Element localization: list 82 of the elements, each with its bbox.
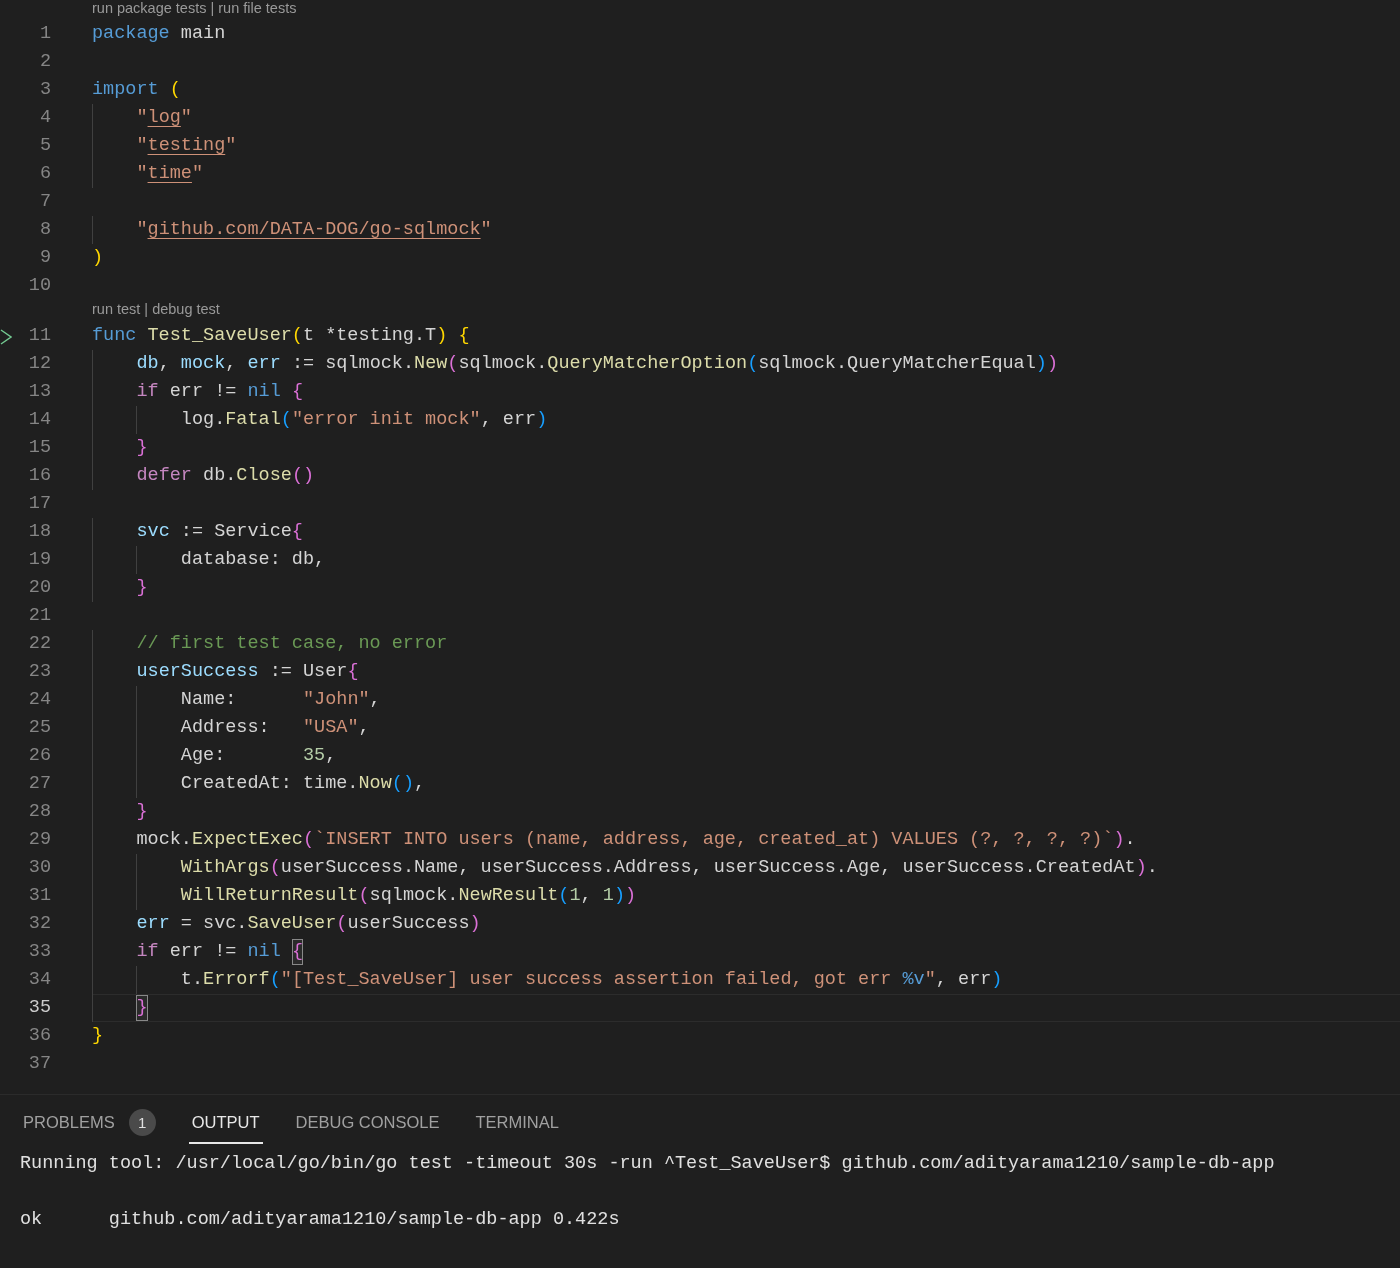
codelens-link[interactable]: run file tests bbox=[218, 0, 297, 16]
line-number: 17 bbox=[28, 492, 51, 516]
line-number: 12 bbox=[28, 352, 51, 376]
line-number: 21 bbox=[28, 604, 51, 628]
line-number: 8 bbox=[39, 218, 51, 242]
line-number: 28 bbox=[28, 800, 51, 824]
output-line: Running tool: /usr/local/go/bin/go test -timeout 30s -run ^Test_SaveUser$ github.com/adityarama1210/sample-db-app bbox=[20, 1152, 1276, 1176]
line-number: 37 bbox=[28, 1052, 51, 1076]
code-line: } bbox=[92, 434, 1400, 462]
panel-tab[interactable]: PROBLEMS 1 bbox=[20, 1102, 159, 1144]
chevron-icon[interactable] bbox=[0, 329, 12, 345]
line-number: 11 bbox=[28, 324, 51, 348]
code-line: func Test_SaveUser(t *testing.T) { bbox=[92, 324, 471, 348]
line-number: 9 bbox=[39, 246, 51, 270]
line-number: 15 bbox=[28, 436, 51, 460]
code-line: if err != nil { bbox=[92, 378, 1400, 406]
line-number: 29 bbox=[28, 828, 51, 852]
line-number: 19 bbox=[28, 548, 51, 572]
code-line: } bbox=[92, 994, 1400, 1022]
code-line: WithArgs(userSuccess.Name, userSuccess.Address, userSuccess.Age, userSuccess.CreatedAt). bbox=[92, 854, 1400, 882]
panel-tab[interactable]: OUTPUT bbox=[188, 1102, 263, 1144]
code-line: Address: "USA", bbox=[92, 714, 1400, 742]
codelens-link[interactable]: run test bbox=[92, 300, 141, 318]
line-number: 27 bbox=[28, 772, 51, 796]
code-line: } bbox=[92, 574, 1400, 602]
code-line: "github.com/DATA-DOG/go-sqlmock" bbox=[92, 216, 1400, 244]
line-number: 34 bbox=[28, 968, 51, 992]
codelens-link[interactable]: debug test bbox=[152, 300, 220, 318]
code-line: // first test case, no error bbox=[92, 630, 1400, 658]
line-number: 20 bbox=[28, 576, 51, 600]
line-number: 2 bbox=[39, 50, 51, 74]
codelens-link[interactable]: run package tests bbox=[92, 0, 207, 16]
code-line: } bbox=[92, 1024, 105, 1048]
line-number: 7 bbox=[39, 190, 51, 214]
code-line: Name: "John", bbox=[92, 686, 1400, 714]
code-line: package main bbox=[92, 22, 227, 46]
code-line: mock.ExpectExec(`INSERT INTO users (name, address, age, created_at) VALUES (?, ?, ?, ?)`). bbox=[92, 826, 1400, 854]
line-number: 6 bbox=[39, 162, 51, 186]
code-line: if err != nil { bbox=[92, 938, 1400, 966]
line-number: 18 bbox=[28, 520, 51, 544]
code-line: } bbox=[92, 798, 1400, 826]
line-number: 16 bbox=[28, 464, 51, 488]
line-number: 10 bbox=[28, 274, 51, 298]
code-line: userSuccess := User{ bbox=[92, 658, 1400, 686]
output-line: ok github.com/adityarama1210/sample-db-app 0.422s bbox=[20, 1208, 621, 1232]
codelens-separator: | bbox=[144, 300, 149, 318]
line-number: 35 bbox=[28, 996, 51, 1020]
line-number: 1 bbox=[39, 22, 51, 46]
code-line: t.Errorf("[Test_SaveUser] user success assertion failed, got err %v", err) bbox=[92, 966, 1400, 994]
line-number: 23 bbox=[28, 660, 51, 684]
code-line: log.Fatal("error init mock", err) bbox=[92, 406, 1400, 434]
line-number: 36 bbox=[28, 1024, 51, 1048]
code-line: db, mock, err := sqlmock.New(sqlmock.QueryMatcherOption(sqlmock.QueryMatcherEqual)) bbox=[92, 350, 1400, 378]
code-line: "testing" bbox=[92, 132, 1400, 160]
code-line: err = svc.SaveUser(userSuccess) bbox=[92, 910, 1400, 938]
panel-tab[interactable]: DEBUG CONSOLE bbox=[292, 1102, 443, 1144]
line-number: 13 bbox=[28, 380, 51, 404]
codelens-separator: | bbox=[210, 0, 215, 16]
line-number: 4 bbox=[39, 106, 51, 130]
line-number: 25 bbox=[28, 716, 51, 740]
line-number: 24 bbox=[28, 688, 51, 712]
line-number: 3 bbox=[39, 78, 51, 102]
count-badge: 1 bbox=[128, 1108, 156, 1136]
code-line: import ( bbox=[92, 78, 182, 102]
panel-tab[interactable]: TERMINAL bbox=[472, 1102, 562, 1144]
line-number: 22 bbox=[28, 632, 51, 656]
line-number: 26 bbox=[28, 744, 51, 768]
code-line: svc := Service{ bbox=[92, 518, 1400, 546]
code-line: CreatedAt: time.Now(), bbox=[92, 770, 1400, 798]
line-number: 5 bbox=[39, 134, 51, 158]
code-line: Age: 35, bbox=[92, 742, 1400, 770]
code-line: "time" bbox=[92, 160, 1400, 188]
code-line: WillReturnResult(sqlmock.NewResult(1, 1)) bbox=[92, 882, 1400, 910]
line-number: 33 bbox=[28, 940, 51, 964]
code-line: "log" bbox=[92, 104, 1400, 132]
line-number: 32 bbox=[28, 912, 51, 936]
code-line: defer db.Close() bbox=[92, 462, 1400, 490]
line-number: 31 bbox=[28, 884, 51, 908]
code-line: database: db, bbox=[92, 546, 1400, 574]
line-number: 14 bbox=[28, 408, 51, 432]
line-number: 30 bbox=[28, 856, 51, 880]
code-line: ) bbox=[92, 246, 105, 270]
